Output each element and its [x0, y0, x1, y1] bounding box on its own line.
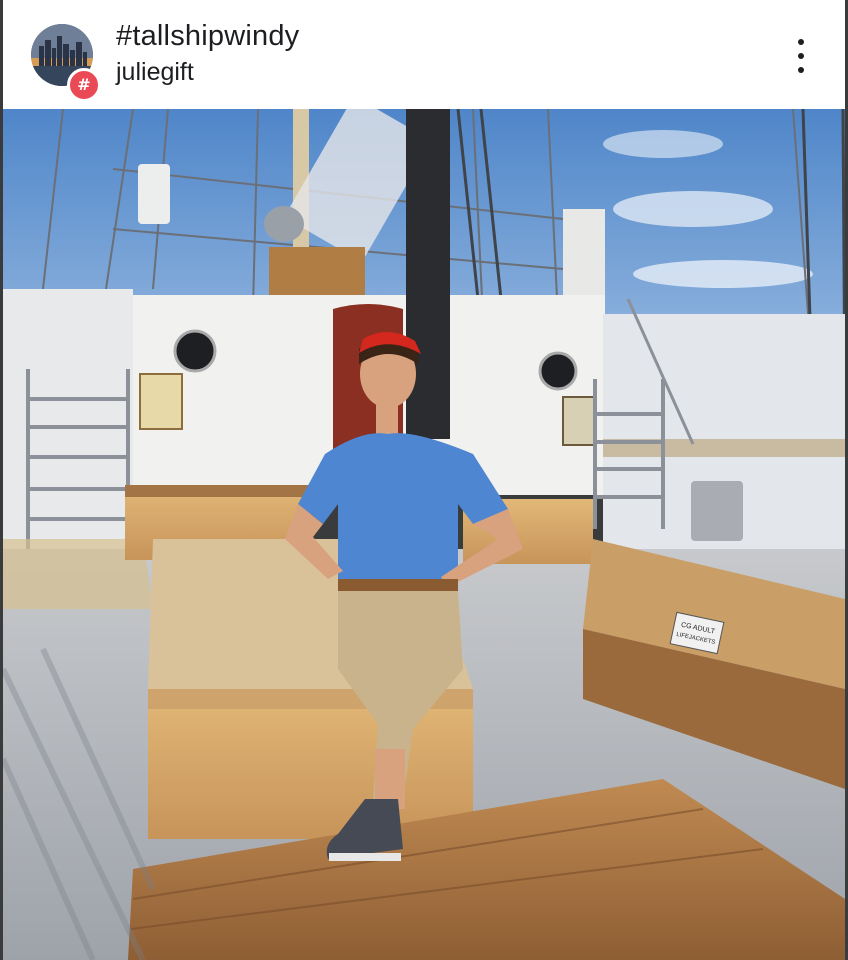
- dot: [798, 53, 804, 59]
- sneaker-sole: [329, 853, 401, 861]
- post-header: # #tallshipwindy juliegift: [3, 0, 845, 109]
- hashtag-badge-icon: #: [67, 68, 101, 102]
- port-side-wall: [3, 289, 133, 549]
- deck-lamp: [138, 164, 170, 224]
- dot: [798, 67, 804, 73]
- tall-ship-deck-photo: CG ADULT LIFEJACKETS: [3, 109, 845, 960]
- username-link[interactable]: juliegift: [116, 58, 194, 87]
- neck: [376, 405, 398, 435]
- cloud: [633, 260, 813, 288]
- posted-sign: [139, 373, 183, 430]
- porthole: [173, 329, 217, 373]
- cloud: [613, 191, 773, 227]
- metal-canister: [691, 481, 743, 541]
- more-options-icon[interactable]: [785, 36, 817, 76]
- vent-cowl: [264, 206, 304, 242]
- hashtag-title[interactable]: #tallshipwindy: [116, 20, 299, 53]
- belt: [338, 579, 458, 591]
- porthole: [538, 351, 578, 391]
- bench-top: [125, 485, 310, 497]
- cloud: [603, 130, 723, 158]
- post-photo[interactable]: CG ADULT LIFEJACKETS: [3, 109, 845, 960]
- posted-sign: [562, 396, 596, 446]
- wooden-crate: [269, 247, 365, 302]
- dot: [798, 39, 804, 45]
